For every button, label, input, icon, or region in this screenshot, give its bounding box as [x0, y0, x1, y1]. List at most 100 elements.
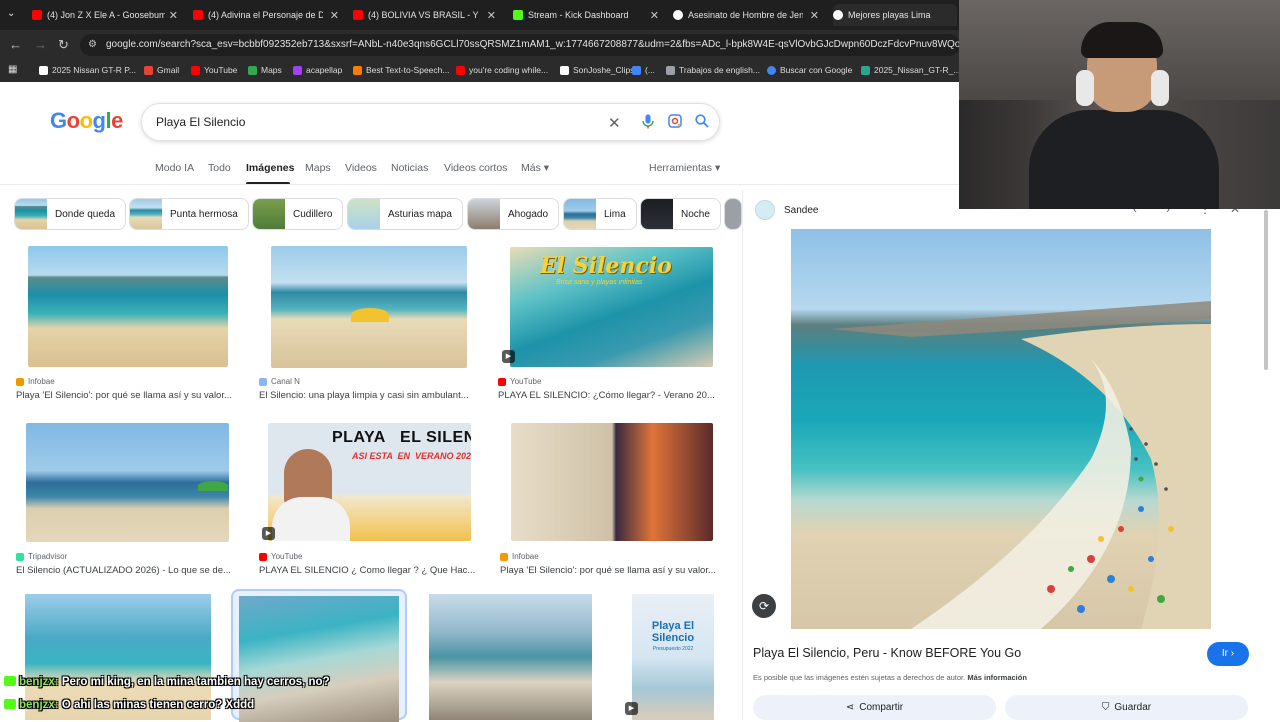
browser-tab-4[interactable]: Stream - Kick Dashboard ✕ — [513, 4, 659, 26]
site-info-icon[interactable]: ⚙ — [88, 34, 97, 56]
thumbnail-overlay-subtitle: Presupuesto 2022 — [652, 646, 694, 652]
result-title[interactable]: PLAYA EL SILENCIO ¿ Como llegar ? ¿ Que … — [259, 565, 487, 576]
bookmark-item[interactable]: 2025_Nissan_GT-R_... — [861, 65, 960, 75]
bookmark-item[interactable]: Best Text-to-Speech... — [353, 65, 449, 75]
result-thumbnail[interactable] — [429, 594, 592, 720]
more-info-link[interactable]: Más información — [967, 673, 1027, 682]
chip-asturias-mapa[interactable]: Asturias mapa — [347, 198, 463, 230]
result-source: Infobae — [16, 377, 55, 386]
result-title[interactable]: El Silencio (ACTUALIZADO 2026) - Lo que … — [16, 565, 244, 576]
share-icon: ⋖ — [845, 702, 855, 713]
tab-imagenes[interactable]: Imágenes — [246, 162, 294, 174]
chat-message: benjzx: Pero mi king, en la mina tambien… — [4, 676, 330, 688]
close-icon[interactable]: ✕ — [487, 9, 496, 22]
url-text: google.com/search?sca_esv=bcbbf092352eb7… — [106, 39, 960, 50]
tab-noticias[interactable]: Noticias — [391, 162, 428, 174]
youtube-icon — [32, 10, 42, 20]
chip-donde-queda[interactable]: Donde queda — [14, 198, 127, 230]
apps-grid-icon[interactable]: ▦ — [8, 64, 17, 75]
bookmark-item[interactable]: Gmail — [144, 65, 179, 75]
search-box[interactable]: Playa El Silencio ✕ — [141, 103, 720, 141]
share-button[interactable]: ⋖ Compartir — [753, 695, 996, 720]
lens-icon[interactable] — [668, 114, 682, 131]
result-title[interactable]: Playa 'El Silencio': por qué se llama as… — [500, 565, 728, 576]
tab-videos-cortos[interactable]: Videos cortos — [444, 162, 507, 174]
tab-mas[interactable]: Más ▾ — [521, 162, 549, 174]
play-video-icon: ▶ — [625, 702, 638, 715]
preview-source[interactable]: Sandee — [784, 205, 818, 216]
chip-cudillero[interactable]: Cudillero — [252, 198, 344, 230]
address-bar[interactable]: ⚙ google.com/search?sca_esv=bcbbf092352e… — [80, 34, 960, 56]
play-video-icon: ▶ — [502, 350, 515, 363]
result-title[interactable]: PLAYA EL SILENCIO: ¿Cómo llegar? - Veran… — [498, 390, 726, 401]
chip-noche[interactable]: Noche — [640, 198, 721, 230]
result-thumbnail[interactable] — [511, 423, 713, 541]
browser-tab-5[interactable]: Asesinato de Hombre de Jengi ✕ — [673, 4, 819, 26]
result-thumbnail[interactable] — [28, 246, 228, 367]
bookmark-icon: ⛉ — [1101, 702, 1110, 713]
bookmark-item[interactable]: Trabajos de english... — [666, 65, 760, 75]
search-icon[interactable] — [695, 114, 709, 131]
browser-tab-3[interactable]: (4) BOLIVIA VS BRASIL - YouTu ✕ — [353, 4, 496, 26]
browser-tab-1[interactable]: (4) Jon Z X Ele A - Goosebumps ✕ — [32, 4, 178, 26]
forward-icon[interactable]: → — [34, 37, 47, 52]
bookmark-item[interactable]: you're coding while... — [456, 65, 548, 75]
save-button[interactable]: ⛉ Guardar — [1005, 695, 1248, 720]
close-icon[interactable]: ✕ — [330, 9, 339, 22]
beach-illustration — [831, 301, 1211, 629]
tab-maps[interactable]: Maps — [305, 162, 331, 174]
chip-ahogado[interactable]: Ahogado — [467, 198, 560, 230]
chip-lima[interactable]: Lima — [563, 198, 637, 230]
panel-scrollbar[interactable] — [1264, 210, 1268, 370]
thumbnail-overlay-subtitle: Brisa sana y playas infinitas — [556, 279, 643, 286]
headphone-icon — [1151, 70, 1169, 106]
tab-videos[interactable]: Videos — [345, 162, 377, 174]
tab-todo[interactable]: Todo — [208, 162, 231, 174]
result-title[interactable]: Playa 'El Silencio': por qué se llama as… — [16, 390, 244, 401]
visit-button[interactable]: Ir › — [1207, 642, 1249, 666]
bookmark-item[interactable]: SonJoshe_Clips — [560, 65, 634, 75]
search-input[interactable]: Playa El Silencio — [156, 115, 245, 129]
close-icon[interactable]: ✕ — [810, 9, 819, 22]
clear-icon[interactable]: ✕ — [608, 114, 621, 132]
result-thumbnail[interactable]: El Silencio Brisa sana y playas infinita… — [510, 247, 713, 367]
bookmarks-bar: ▦ 2025 Nissan GT-R P... Gmail YouTube Ma… — [0, 60, 960, 82]
close-icon[interactable]: ✕ — [169, 9, 178, 22]
result-thumbnail[interactable] — [239, 596, 399, 722]
result-thumbnail[interactable]: PLAYA EL SILENCIO ASI ESTA EN VERANO 202… — [268, 423, 471, 541]
selected-result[interactable] — [231, 589, 407, 722]
result-thumbnail[interactable]: Playa El Silencio Presupuesto 2022 — [632, 594, 714, 720]
close-icon[interactable]: ✕ — [650, 9, 659, 22]
preview-title[interactable]: Playa El Silencio, Peru - Know BEFORE Yo… — [753, 646, 1021, 660]
thumbnail-overlay-subtitle: ASI ESTA EN VERANO 2024 — [352, 451, 471, 461]
lens-search-button[interactable]: ⟳ — [752, 594, 776, 618]
back-icon[interactable]: ← — [9, 37, 22, 52]
preview-image[interactable] — [791, 229, 1211, 629]
umbrella-shape — [198, 481, 228, 491]
tools-button[interactable]: Herramientas ▾ — [649, 162, 720, 174]
result-title[interactable]: El Silencio: una playa limpia y casi sin… — [259, 390, 487, 401]
thumbnail-overlay-title: PLAYA EL SILENCIO — [332, 429, 471, 446]
microphone-icon[interactable] — [642, 114, 654, 132]
chip-partial[interactable] — [724, 198, 742, 230]
chat-message: benjzx: O ahi las minas tienen cerro? Xd… — [4, 699, 254, 711]
bookmark-item[interactable]: YouTube — [191, 65, 237, 75]
reload-icon[interactable]: ↻ — [58, 37, 69, 53]
bookmark-item[interactable]: Maps — [248, 65, 282, 75]
tab-modo-ia[interactable]: Modo IA — [155, 162, 194, 174]
bookmark-item[interactable]: (... — [632, 65, 655, 75]
result-source: Infobae — [500, 552, 539, 561]
bookmark-item[interactable]: Buscar con Google — [767, 65, 852, 75]
chip-punta-hermosa[interactable]: Punta hermosa — [129, 198, 249, 230]
bookmark-item[interactable]: acapellap — [293, 65, 342, 75]
youtube-icon — [353, 10, 363, 20]
tab-search-chevron-icon[interactable]: ⌄ — [7, 8, 15, 19]
result-thumbnail[interactable] — [26, 423, 229, 542]
browser-tab-2[interactable]: (4) Adivina el Personaje de Dra ✕ — [193, 4, 339, 26]
tab-label: Mejores playas Lima — [848, 10, 931, 20]
result-thumbnail[interactable] — [271, 246, 467, 368]
google-logo[interactable]: Google — [50, 108, 123, 134]
chat-username: benjzx: — [19, 676, 59, 688]
browser-tab-6-active[interactable]: Mejores playas Lima — [833, 4, 957, 26]
bookmark-item[interactable]: 2025 Nissan GT-R P... — [39, 65, 136, 75]
